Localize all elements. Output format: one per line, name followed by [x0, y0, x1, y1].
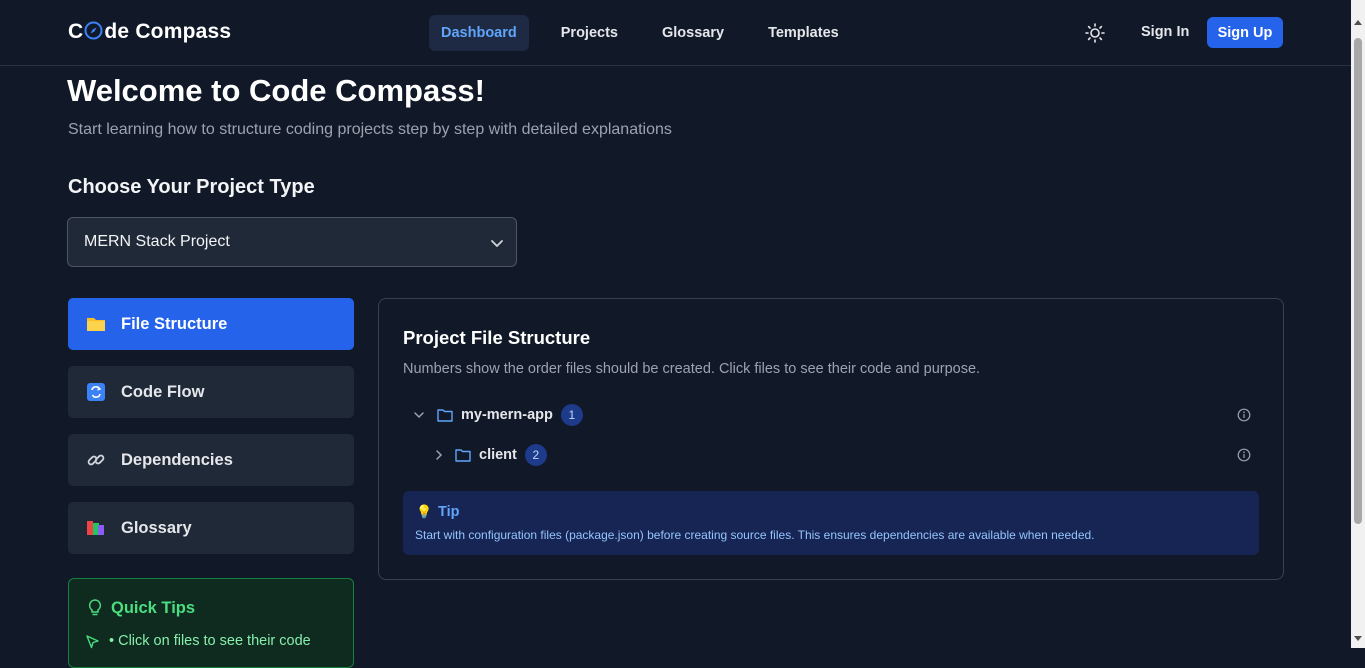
- app-logo[interactable]: C de Compass: [68, 20, 231, 44]
- scroll-down-arrow-icon[interactable]: [1354, 636, 1362, 641]
- page-title: Welcome to Code Compass!: [67, 73, 486, 108]
- sidebar-item-file-structure[interactable]: File Structure: [68, 298, 354, 350]
- nav-dashboard[interactable]: Dashboard: [429, 15, 529, 51]
- tree-item-name: my-mern-app: [461, 407, 553, 423]
- chevron-down-icon: [491, 240, 503, 247]
- lightbulb-icon: 💡: [416, 504, 433, 519]
- order-badge: 1: [560, 404, 583, 426]
- sidebar-item-label: Code Flow: [121, 382, 205, 401]
- logo-text-start: C: [68, 20, 84, 43]
- sidebar-item-label: File Structure: [121, 314, 228, 333]
- chevron-down-icon[interactable]: [413, 409, 425, 421]
- refresh-icon: [86, 382, 106, 402]
- scrollbar-thumb[interactable]: [1354, 38, 1362, 524]
- page-subtitle: Start learning how to structure coding p…: [68, 121, 672, 138]
- file-structure-panel: Project File Structure Numbers show the …: [378, 298, 1284, 580]
- panel-title: Project File Structure: [403, 327, 591, 348]
- compass-icon: [84, 21, 103, 40]
- sidebar-item-label: Glossary: [121, 518, 192, 537]
- tree-item-name: client: [479, 447, 517, 463]
- chevron-right-icon[interactable]: [433, 449, 445, 461]
- sun-icon: [1085, 23, 1105, 43]
- sign-in-button[interactable]: Sign In: [1141, 24, 1189, 40]
- quick-tip-item: • Click on files to see their code: [109, 633, 311, 649]
- sign-up-button[interactable]: Sign Up: [1207, 17, 1283, 48]
- folder-icon: [437, 409, 453, 422]
- folder-icon: [86, 314, 106, 334]
- main-nav: Dashboard Projects Glossary Templates: [429, 15, 871, 51]
- top-navbar: C de Compass Dashboard Projects Glossary…: [0, 0, 1351, 66]
- project-type-heading: Choose Your Project Type: [68, 176, 315, 198]
- panel-description: Numbers show the order files should be c…: [403, 361, 981, 377]
- tip-text: Start with configuration files (package.…: [415, 528, 1095, 542]
- tip-title: Tip: [438, 504, 460, 520]
- tree-folder-my-mern-app[interactable]: my-mern-app 1: [413, 403, 583, 427]
- books-icon: [86, 518, 106, 538]
- quick-tips-card: Quick Tips • Click on files to see their…: [68, 578, 354, 668]
- sidebar-item-dependencies[interactable]: Dependencies: [68, 434, 354, 486]
- quick-tips-title: Quick Tips: [111, 599, 196, 617]
- project-type-select[interactable]: MERN Stack Project: [67, 217, 517, 267]
- logo-text-end: de Compass: [104, 20, 232, 43]
- sidebar-item-label: Dependencies: [121, 450, 233, 469]
- page-scrollbar[interactable]: [1351, 0, 1365, 648]
- theme-toggle-button[interactable]: [1083, 21, 1107, 45]
- order-badge: 2: [524, 444, 547, 466]
- link-icon: [86, 450, 106, 470]
- nav-templates[interactable]: Templates: [756, 15, 851, 51]
- cursor-icon: [86, 635, 99, 649]
- sidebar-item-glossary[interactable]: Glossary: [68, 502, 354, 554]
- info-icon[interactable]: [1237, 448, 1251, 462]
- project-type-value: MERN Stack Project: [84, 233, 230, 250]
- lightbulb-icon: [88, 599, 102, 616]
- scroll-up-arrow-icon[interactable]: [1354, 20, 1362, 25]
- folder-icon: [455, 449, 471, 462]
- nav-projects[interactable]: Projects: [549, 15, 630, 51]
- info-icon[interactable]: [1237, 408, 1251, 422]
- sidebar-item-code-flow[interactable]: Code Flow: [68, 366, 354, 418]
- nav-glossary[interactable]: Glossary: [650, 15, 736, 51]
- tree-folder-client[interactable]: client 2: [433, 443, 547, 467]
- tip-box: 💡 Tip Start with configuration files (pa…: [403, 491, 1259, 555]
